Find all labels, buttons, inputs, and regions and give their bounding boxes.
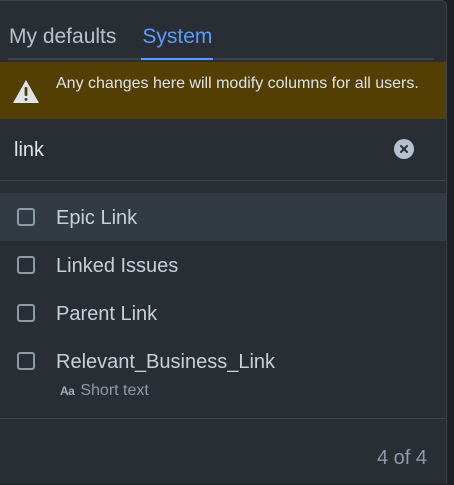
list-item-parent-link[interactable]: Parent Link — [0, 289, 446, 337]
column-list: Epic Link Linked Issues Parent Link Rele… — [0, 193, 446, 399]
warning-banner: Any changes here will modify columns for… — [0, 62, 446, 119]
item-label: Epic Link — [56, 207, 138, 229]
search-input[interactable] — [14, 135, 374, 165]
field-type-label: Short text — [80, 382, 149, 399]
list-item-epic-link[interactable]: Epic Link — [0, 193, 446, 241]
column-picker-panel: My defaults System Any changes here will… — [0, 0, 447, 484]
item-label: Relevant_Business_Link — [56, 351, 276, 373]
checkbox[interactable] — [17, 352, 35, 370]
warning-message: Any changes here will modify columns for… — [56, 75, 419, 92]
clear-icon — [400, 145, 408, 153]
checkbox[interactable] — [17, 256, 35, 274]
item-label: Parent Link — [56, 303, 158, 325]
clear-search-button[interactable] — [394, 139, 414, 159]
checkbox[interactable] — [17, 208, 35, 226]
field-type: Aa Short text — [60, 381, 149, 401]
warning-triangle-icon — [13, 80, 39, 103]
list-item-relevant-business-link[interactable]: Relevant_Business_Link Aa Short text — [0, 337, 446, 399]
checkbox[interactable] — [17, 304, 35, 322]
tab-bar: My defaults System — [8, 23, 434, 60]
result-count: 4 of 4 — [376, 447, 427, 469]
text-type-icon: Aa — [60, 384, 75, 398]
footer: 4 of 4 — [0, 418, 446, 485]
tab-system[interactable]: System — [141, 23, 214, 60]
item-label: Linked Issues — [56, 255, 179, 277]
tab-my-defaults[interactable]: My defaults — [8, 23, 117, 58]
list-item-linked-issues[interactable]: Linked Issues — [0, 241, 446, 289]
search-bar — [0, 119, 446, 181]
